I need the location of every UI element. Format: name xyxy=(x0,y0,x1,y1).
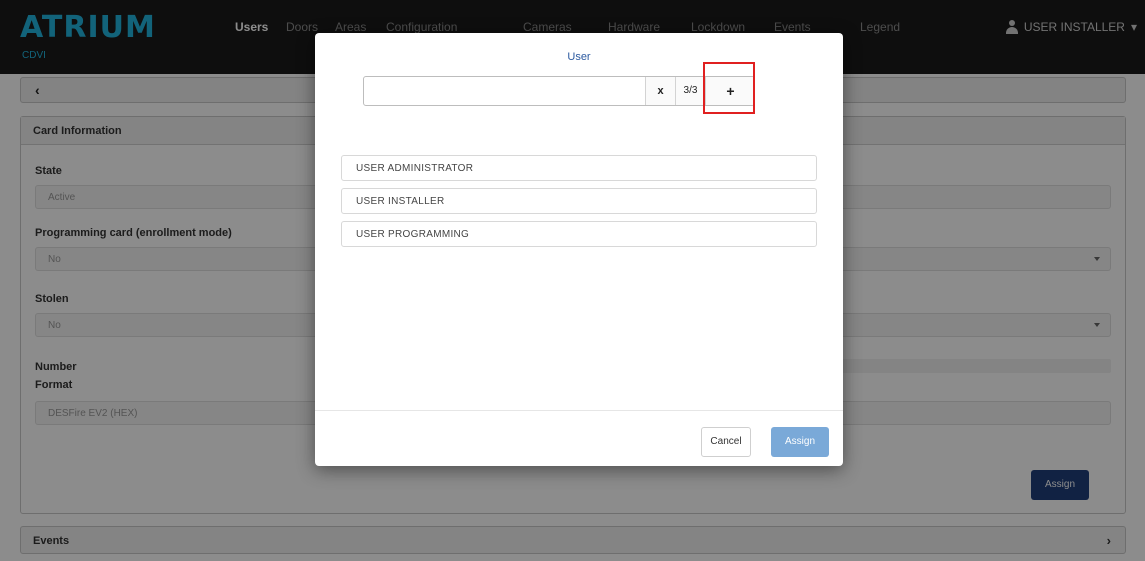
clear-search-button[interactable]: x xyxy=(645,77,675,105)
user-list-item-label: USER ADMINISTRATOR xyxy=(356,163,474,174)
user-list-item-label: USER INSTALLER xyxy=(356,196,445,207)
result-count: 3/3 xyxy=(675,77,705,105)
user-list-item-label: USER PROGRAMMING xyxy=(356,229,470,240)
user-search-group: x 3/3 + xyxy=(363,76,755,106)
add-user-button[interactable]: + xyxy=(705,77,755,105)
user-list-item[interactable]: USER PROGRAMMING xyxy=(341,221,817,247)
cancel-button[interactable]: Cancel xyxy=(701,427,751,457)
user-search-input[interactable] xyxy=(364,77,644,105)
modal-footer-divider xyxy=(315,410,843,411)
assign-button[interactable]: Assign xyxy=(771,427,829,457)
user-list-item[interactable]: USER INSTALLER xyxy=(341,188,817,214)
user-list-item[interactable]: USER ADMINISTRATOR xyxy=(341,155,817,181)
modal-title: User xyxy=(567,51,591,63)
user-select-modal: User x 3/3 + USER ADMINISTRATOR USER INS… xyxy=(315,33,843,466)
